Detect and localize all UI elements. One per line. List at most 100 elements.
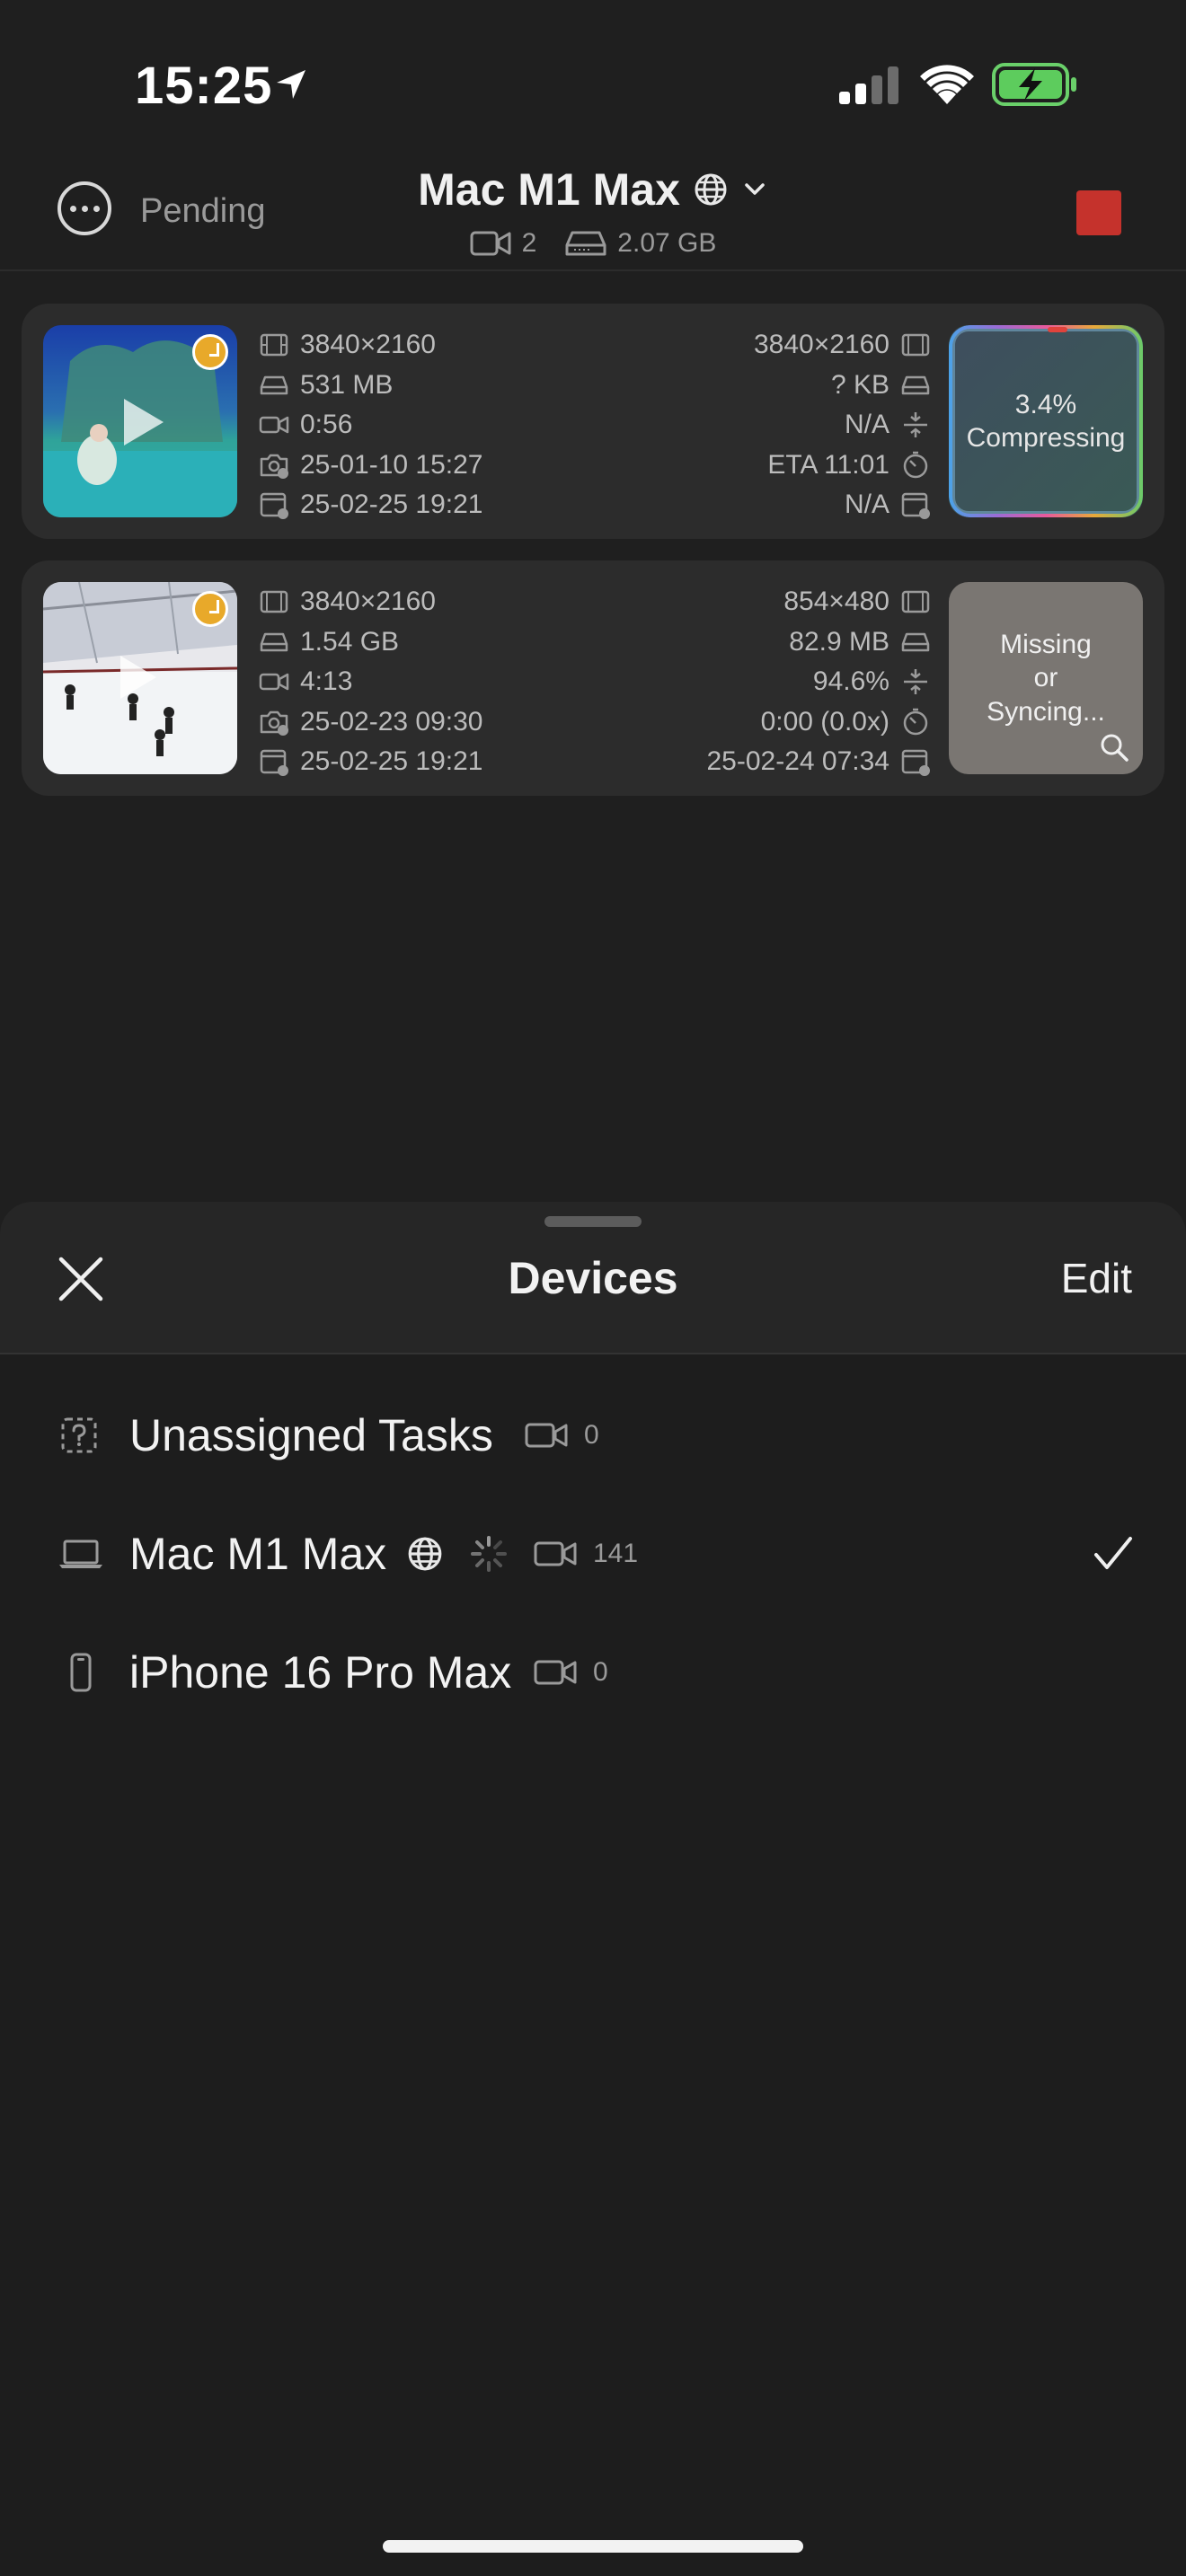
progress-indicator <box>1048 327 1067 332</box>
timer-icon <box>903 708 928 735</box>
device-video-count: 0 <box>534 1657 608 1688</box>
device-row-unassigned[interactable]: Unassigned Tasks 0 <box>0 1381 1186 1489</box>
loading-spinner-icon <box>471 1536 507 1572</box>
magnifier-icon[interactable] <box>1098 731 1130 763</box>
output-size: ? KB <box>830 369 890 400</box>
status-line: Syncing... <box>987 696 1105 727</box>
calendar-check-icon <box>260 493 288 520</box>
device-status-group: 141 <box>406 1534 638 1574</box>
video-count: 0 <box>584 1420 599 1450</box>
question-box-icon <box>61 1417 97 1453</box>
video-count: 141 <box>593 1539 639 1568</box>
output-compression-ratio: 94.6% <box>812 666 890 697</box>
source-duration: 4:13 <box>300 666 353 697</box>
video-camera-icon <box>470 231 511 256</box>
globe-icon <box>695 173 727 206</box>
task-card[interactable]: 3840×2160 1.54 GB 4:13 25-02-23 09:30 25… <box>22 560 1164 796</box>
video-thumbnail[interactable] <box>43 325 237 517</box>
compress-status-tile[interactable]: 3.4% Compressing <box>949 325 1143 517</box>
checkmark-icon <box>1094 1537 1132 1569</box>
source-resolution: 3840×2160 <box>300 587 436 617</box>
timer-icon <box>903 451 928 478</box>
chevron-down-icon <box>745 183 765 195</box>
home-indicator[interactable] <box>383 2540 803 2553</box>
iphone-icon <box>70 1653 92 1692</box>
source-captured-date: 25-01-10 15:27 <box>300 449 483 480</box>
sheet-grabber[interactable] <box>544 1216 642 1227</box>
source-captured-date: 25-02-23 09:30 <box>300 706 483 737</box>
device-row-iphone-16-pro-max[interactable]: iPhone 16 Pro Max 0 <box>0 1619 1186 1726</box>
video-camera-icon <box>534 1660 577 1685</box>
storage-drive-icon <box>901 375 930 394</box>
video-count: 0 <box>593 1657 608 1687</box>
pending-clock-icon <box>192 591 228 627</box>
storage-drive-icon <box>260 375 288 394</box>
stop-button[interactable] <box>1076 190 1121 235</box>
device-name: Unassigned Tasks <box>129 1410 493 1460</box>
device-row-mac-m1-max[interactable]: Mac M1 Max 141 <box>0 1500 1186 1608</box>
storage-drive-icon <box>901 632 930 651</box>
video-thumbnail[interactable] <box>43 582 237 774</box>
task-header: Pending Mac M1 Max 2 2.07 GB <box>0 162 1186 271</box>
film-icon <box>901 334 930 357</box>
device-title: Mac M1 Max <box>418 164 680 215</box>
output-eta: ETA 11:01 <box>767 449 890 480</box>
film-icon <box>260 591 288 613</box>
laptop-icon <box>59 1539 102 1568</box>
camera-capture-icon <box>260 454 288 479</box>
video-camera-icon <box>259 674 289 691</box>
device-selector[interactable]: Mac M1 Max <box>418 163 768 216</box>
output-duration-speed: 0:00 (0.0x) <box>760 706 890 737</box>
video-camera-icon <box>259 417 289 434</box>
status-line: Missing <box>1000 629 1092 659</box>
total-size: 2.07 GB <box>617 228 717 258</box>
battery-charging-icon <box>992 63 1076 106</box>
calendar-check-icon <box>260 750 288 777</box>
output-finished-date: N/A <box>844 490 890 520</box>
storage-drive-icon <box>565 231 606 256</box>
video-camera-icon <box>525 1423 568 1448</box>
progress-percent: 3.4% <box>1014 389 1077 419</box>
source-metadata: 3840×2160 531 MB 0:56 25-01-10 15:27 25-… <box>259 325 483 525</box>
source-size: 531 MB <box>300 369 394 400</box>
edit-button[interactable]: Edit <box>1061 1254 1132 1302</box>
output-metadata: 3840×2160 ? KB N/A ETA 11:01 N/A <box>754 325 931 525</box>
source-duration: 0:56 <box>300 410 353 440</box>
camera-capture-icon <box>260 710 288 736</box>
status-text: Compressing <box>966 423 1126 453</box>
status-time: 15:25 <box>135 57 273 115</box>
globe-icon <box>408 1537 442 1571</box>
task-card[interactable]: 3840×2160 531 MB 0:56 25-01-10 15:27 25-… <box>22 304 1164 539</box>
device-video-count: 0 <box>525 1420 599 1451</box>
sheet-header: Devices Edit <box>0 1202 1186 1354</box>
film-icon <box>901 591 930 613</box>
device-name: Mac M1 Max <box>129 1529 387 1579</box>
device-name: iPhone 16 Pro Max <box>129 1647 512 1698</box>
device-summary: 2 2.07 GB <box>0 228 1186 259</box>
sheet-title: Devices <box>508 1253 678 1303</box>
output-compression-ratio: N/A <box>844 410 890 440</box>
output-finished-date: 25-02-24 07:34 <box>706 746 890 777</box>
output-metadata: 854×480 82.9 MB 94.6% 0:00 (0.0x) 25-02-… <box>707 582 932 782</box>
source-added-date: 25-02-25 19:21 <box>300 490 483 520</box>
compress-icon <box>904 669 927 695</box>
wifi-icon <box>920 65 974 104</box>
cellular-signal-icon <box>839 66 898 104</box>
output-size: 82.9 MB <box>789 626 890 657</box>
calendar-check-icon <box>901 493 930 520</box>
source-added-date: 25-02-25 19:21 <box>300 746 483 777</box>
pending-clock-icon <box>192 334 228 370</box>
calendar-check-icon <box>901 750 930 777</box>
compress-icon <box>904 412 927 438</box>
film-icon <box>260 334 288 357</box>
source-size: 1.54 GB <box>300 626 400 657</box>
video-count: 2 <box>521 228 537 258</box>
status-line: or <box>1033 663 1058 693</box>
missing-status-tile[interactable]: Missing or Syncing... <box>949 582 1143 774</box>
status-bar: 15:25 <box>0 0 1186 162</box>
storage-drive-icon <box>260 632 288 651</box>
devices-sheet: Devices Edit Unassigned Tasks 0 Mac M1 M… <box>0 1202 1186 2576</box>
output-resolution: 854×480 <box>783 587 890 617</box>
output-resolution: 3840×2160 <box>754 330 890 360</box>
source-resolution: 3840×2160 <box>300 330 436 360</box>
